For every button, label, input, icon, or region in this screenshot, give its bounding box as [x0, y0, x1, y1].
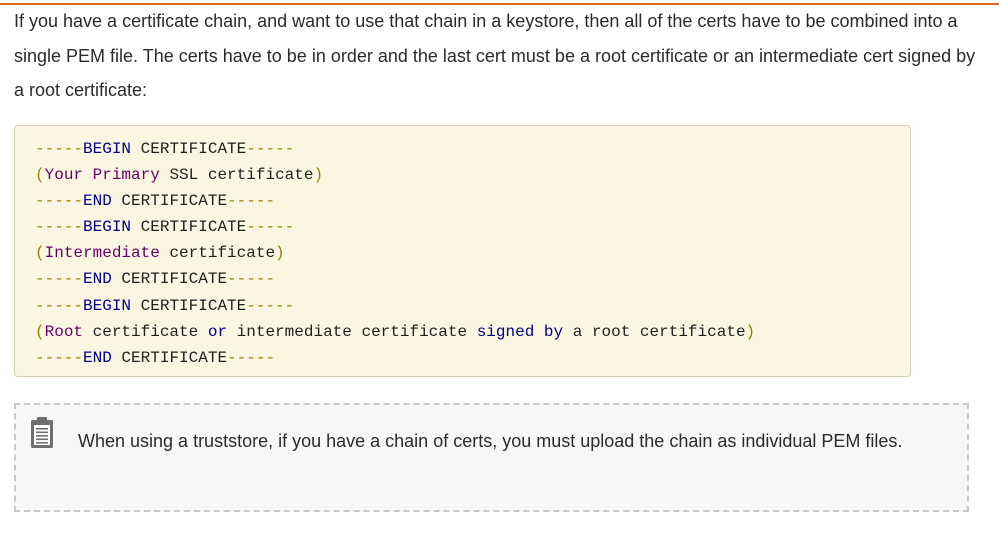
code-token: -----: [246, 218, 295, 237]
code-token: ): [313, 166, 324, 185]
code-token: CERTIFICATE: [111, 270, 228, 289]
code-token: (: [35, 322, 45, 341]
code-token: BEGIN: [83, 140, 132, 158]
intro-paragraph: If you have a certificate chain, and wan…: [14, 11, 976, 100]
code-line: (Your Primary SSL certificate): [35, 162, 755, 188]
code-token: END: [83, 270, 112, 289]
code-token: CERTIFICATE: [131, 140, 247, 158]
code-line: (Root certificate or intermediate certif…: [35, 319, 755, 345]
code-block: -----BEGIN CERTIFICATE----- (Your Primary…: [14, 125, 911, 377]
code-token: (: [35, 244, 45, 263]
code-token: CERTIFICATE: [131, 296, 247, 315]
code-token: SSL certificate: [159, 166, 314, 185]
code-token: END: [83, 348, 112, 367]
code-token: certificate: [83, 322, 208, 341]
code-token: Root: [44, 322, 84, 341]
code-token: -----: [35, 270, 84, 289]
code-token: BEGIN: [83, 218, 132, 237]
code-token: intermediate certificate: [227, 322, 477, 341]
code-token: -----: [35, 296, 84, 315]
code-token: or: [207, 322, 228, 341]
code-token: a root certificate: [563, 322, 746, 341]
code-token: Intermediate: [44, 244, 160, 263]
code-token: ): [275, 244, 285, 263]
code-token: by: [543, 322, 564, 341]
code-line: -----BEGIN CERTIFICATE-----: [35, 214, 755, 240]
code-token: certificate: [159, 244, 276, 263]
code-token: -----: [227, 270, 276, 289]
code-token: -----: [246, 296, 295, 315]
note-callout: When using a truststore, if you have a c…: [14, 403, 969, 512]
code-line: -----END CERTIFICATE-----: [35, 345, 755, 371]
code-token: Primary: [92, 166, 160, 185]
code-token: (: [35, 166, 45, 185]
code-line: -----BEGIN CERTIFICATE-----: [35, 293, 755, 319]
note-text: When using a truststore, if you have a c…: [78, 431, 903, 451]
code-line: -----END CERTIFICATE-----: [35, 188, 755, 214]
code-token: -----: [35, 140, 84, 158]
code-token: CERTIFICATE: [111, 192, 228, 211]
code-token: ): [745, 322, 756, 341]
code-line: (Intermediate certificate): [35, 240, 755, 266]
code-token: -----: [35, 348, 84, 367]
code-token: Your: [44, 166, 84, 185]
code-token: signed: [476, 322, 535, 341]
clipboard-note-icon: [30, 417, 54, 449]
code-token: CERTIFICATE: [111, 348, 228, 367]
code-line: -----END CERTIFICATE-----: [35, 266, 755, 292]
code-token: END: [83, 192, 112, 211]
code-token: CERTIFICATE: [131, 218, 247, 237]
code-token: -----: [227, 348, 276, 367]
code-token: -----: [35, 192, 84, 211]
code-token: -----: [246, 140, 295, 158]
code-lines: -----BEGIN CERTIFICATE----- (Your Primary…: [35, 136, 755, 371]
code-token: -----: [35, 218, 84, 237]
code-token: -----: [227, 192, 276, 211]
code-token: BEGIN: [83, 296, 132, 315]
code-line: -----BEGIN CERTIFICATE-----: [35, 136, 755, 162]
